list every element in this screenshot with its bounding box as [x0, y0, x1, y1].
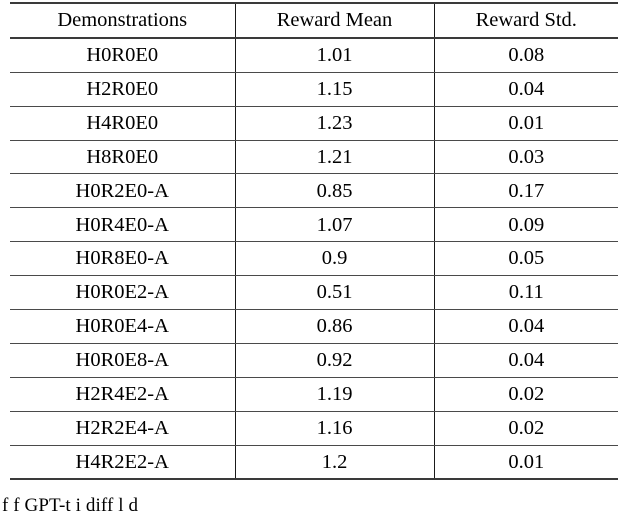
table-row: H4R2E2-A 1.2 0.01 — [10, 445, 618, 481]
table-row: H0R0E4-A 0.86 0.04 — [10, 309, 618, 344]
cell-demonstrations: H0R8E0-A — [10, 241, 236, 277]
table-row: H2R2E4-A 1.16 0.02 — [10, 411, 618, 446]
cell-demonstrations: H0R2E0-A — [10, 173, 236, 209]
cell-reward-mean: 1.15 — [235, 72, 435, 107]
table-row: H4R0E0 1.23 0.01 — [10, 106, 618, 141]
cell-reward-std: 0.02 — [434, 377, 618, 412]
cell-reward-mean: 0.86 — [235, 309, 435, 344]
cell-reward-mean: 1.19 — [235, 377, 435, 412]
cell-demonstrations: H0R0E2-A — [10, 275, 236, 311]
cell-reward-std: 0.01 — [434, 106, 618, 141]
table-row: H0R0E0 1.01 0.08 — [10, 37, 618, 73]
caption-clip-region: f f GPT-t i diff l d — [0, 496, 628, 518]
results-table-container: Demonstrations Reward Mean Reward Std. H… — [10, 2, 618, 481]
cell-reward-mean: 0.51 — [235, 275, 435, 311]
cell-reward-mean: 0.9 — [235, 241, 435, 277]
table-row: H0R0E8-A 0.92 0.04 — [10, 343, 618, 378]
table-figure-page: Demonstrations Reward Mean Reward Std. H… — [0, 0, 628, 518]
table-body: H0R0E0 1.01 0.08 H2R0E0 1.15 0.04 H4R0E0… — [10, 37, 618, 481]
cell-demonstrations: H4R0E0 — [10, 106, 236, 141]
cell-reward-std: 0.04 — [434, 72, 618, 107]
cell-reward-mean: 1.16 — [235, 411, 435, 446]
cell-demonstrations: H0R0E8-A — [10, 343, 236, 378]
cell-demonstrations: H8R0E0 — [10, 140, 236, 175]
cell-reward-mean: 1.01 — [235, 37, 435, 73]
cell-demonstrations: H2R2E4-A — [10, 411, 236, 446]
cell-reward-std: 0.02 — [434, 411, 618, 446]
table-header-row: Demonstrations Reward Mean Reward Std. — [10, 2, 618, 39]
figure-caption: f f GPT-t i diff l d — [2, 496, 139, 516]
cell-reward-std: 0.11 — [434, 275, 618, 311]
table-row: H2R4E2-A 1.19 0.02 — [10, 377, 618, 412]
column-header-reward-std: Reward Std. — [434, 2, 618, 39]
cell-reward-mean: 1.23 — [235, 106, 435, 141]
results-table: Demonstrations Reward Mean Reward Std. H… — [10, 2, 618, 481]
cell-reward-std: 0.17 — [434, 173, 618, 209]
cell-demonstrations: H2R0E0 — [10, 72, 236, 107]
cell-reward-mean: 0.85 — [235, 173, 435, 209]
table-row: H2R0E0 1.15 0.04 — [10, 72, 618, 107]
cell-reward-std: 0.01 — [434, 445, 618, 481]
cell-reward-mean: 1.21 — [235, 140, 435, 175]
cell-reward-std: 0.08 — [434, 37, 618, 73]
cell-reward-std: 0.09 — [434, 207, 618, 243]
cell-reward-std: 0.04 — [434, 343, 618, 378]
column-header-reward-mean: Reward Mean — [235, 2, 435, 39]
cell-reward-std: 0.05 — [434, 241, 618, 277]
table-header: Demonstrations Reward Mean Reward Std. — [10, 2, 618, 39]
cell-demonstrations: H0R4E0-A — [10, 207, 236, 243]
table-row: H0R8E0-A 0.9 0.05 — [10, 241, 618, 277]
cell-reward-std: 0.03 — [434, 140, 618, 175]
cell-reward-mean: 1.2 — [235, 445, 435, 481]
table-row: H0R4E0-A 1.07 0.09 — [10, 207, 618, 243]
cell-demonstrations: H0R0E0 — [10, 37, 236, 73]
cell-demonstrations: H4R2E2-A — [10, 445, 236, 481]
table-row: H8R0E0 1.21 0.03 — [10, 140, 618, 175]
cell-reward-std: 0.04 — [434, 309, 618, 344]
table-row: H0R2E0-A 0.85 0.17 — [10, 173, 618, 209]
cell-reward-mean: 1.07 — [235, 207, 435, 243]
cell-demonstrations: H2R4E2-A — [10, 377, 236, 412]
cell-reward-mean: 0.92 — [235, 343, 435, 378]
column-header-demonstrations: Demonstrations — [10, 2, 236, 39]
table-row: H0R0E2-A 0.51 0.11 — [10, 275, 618, 311]
cell-demonstrations: H0R0E4-A — [10, 309, 236, 344]
